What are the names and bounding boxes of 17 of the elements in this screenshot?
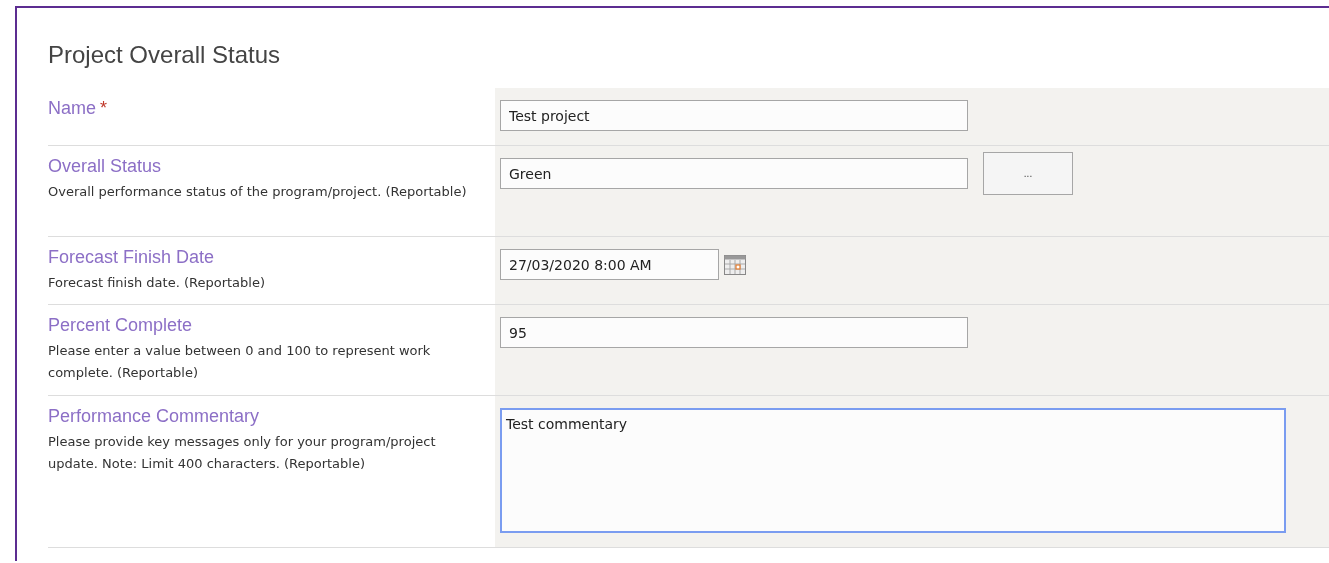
status-field[interactable]: Green bbox=[500, 158, 968, 189]
field-label: Name * bbox=[48, 98, 109, 119]
text-field[interactable]: Test project bbox=[500, 100, 968, 131]
field-description: Please provide key messages only for your program/project update. Note: Limit 400 characters. (Reportable) bbox=[48, 433, 437, 473]
commentary-field[interactable]: Test commentary bbox=[500, 408, 1286, 533]
field-label: Forecast Finish Date bbox=[48, 247, 216, 268]
section-title: Project Overall Status bbox=[48, 40, 282, 70]
field-label: Percent Complete bbox=[48, 315, 194, 336]
field-description: Forecast finish date. (Reportable) bbox=[48, 274, 266, 292]
text-field[interactable]: 95 bbox=[500, 317, 968, 348]
field-description: Overall performance status of the program/project. (Reportable) bbox=[48, 183, 468, 201]
date-field[interactable]: 27/03/2020 8:00 AM bbox=[500, 249, 719, 280]
lookup-button[interactable]: ... bbox=[983, 152, 1073, 195]
calendar-icon[interactable] bbox=[724, 255, 746, 275]
field-label: Overall Status bbox=[48, 156, 163, 177]
field-description: Please enter a value between 0 and 100 to represent work complete. (Reportable) bbox=[48, 342, 432, 382]
field-label: Performance Commentary bbox=[48, 406, 261, 427]
